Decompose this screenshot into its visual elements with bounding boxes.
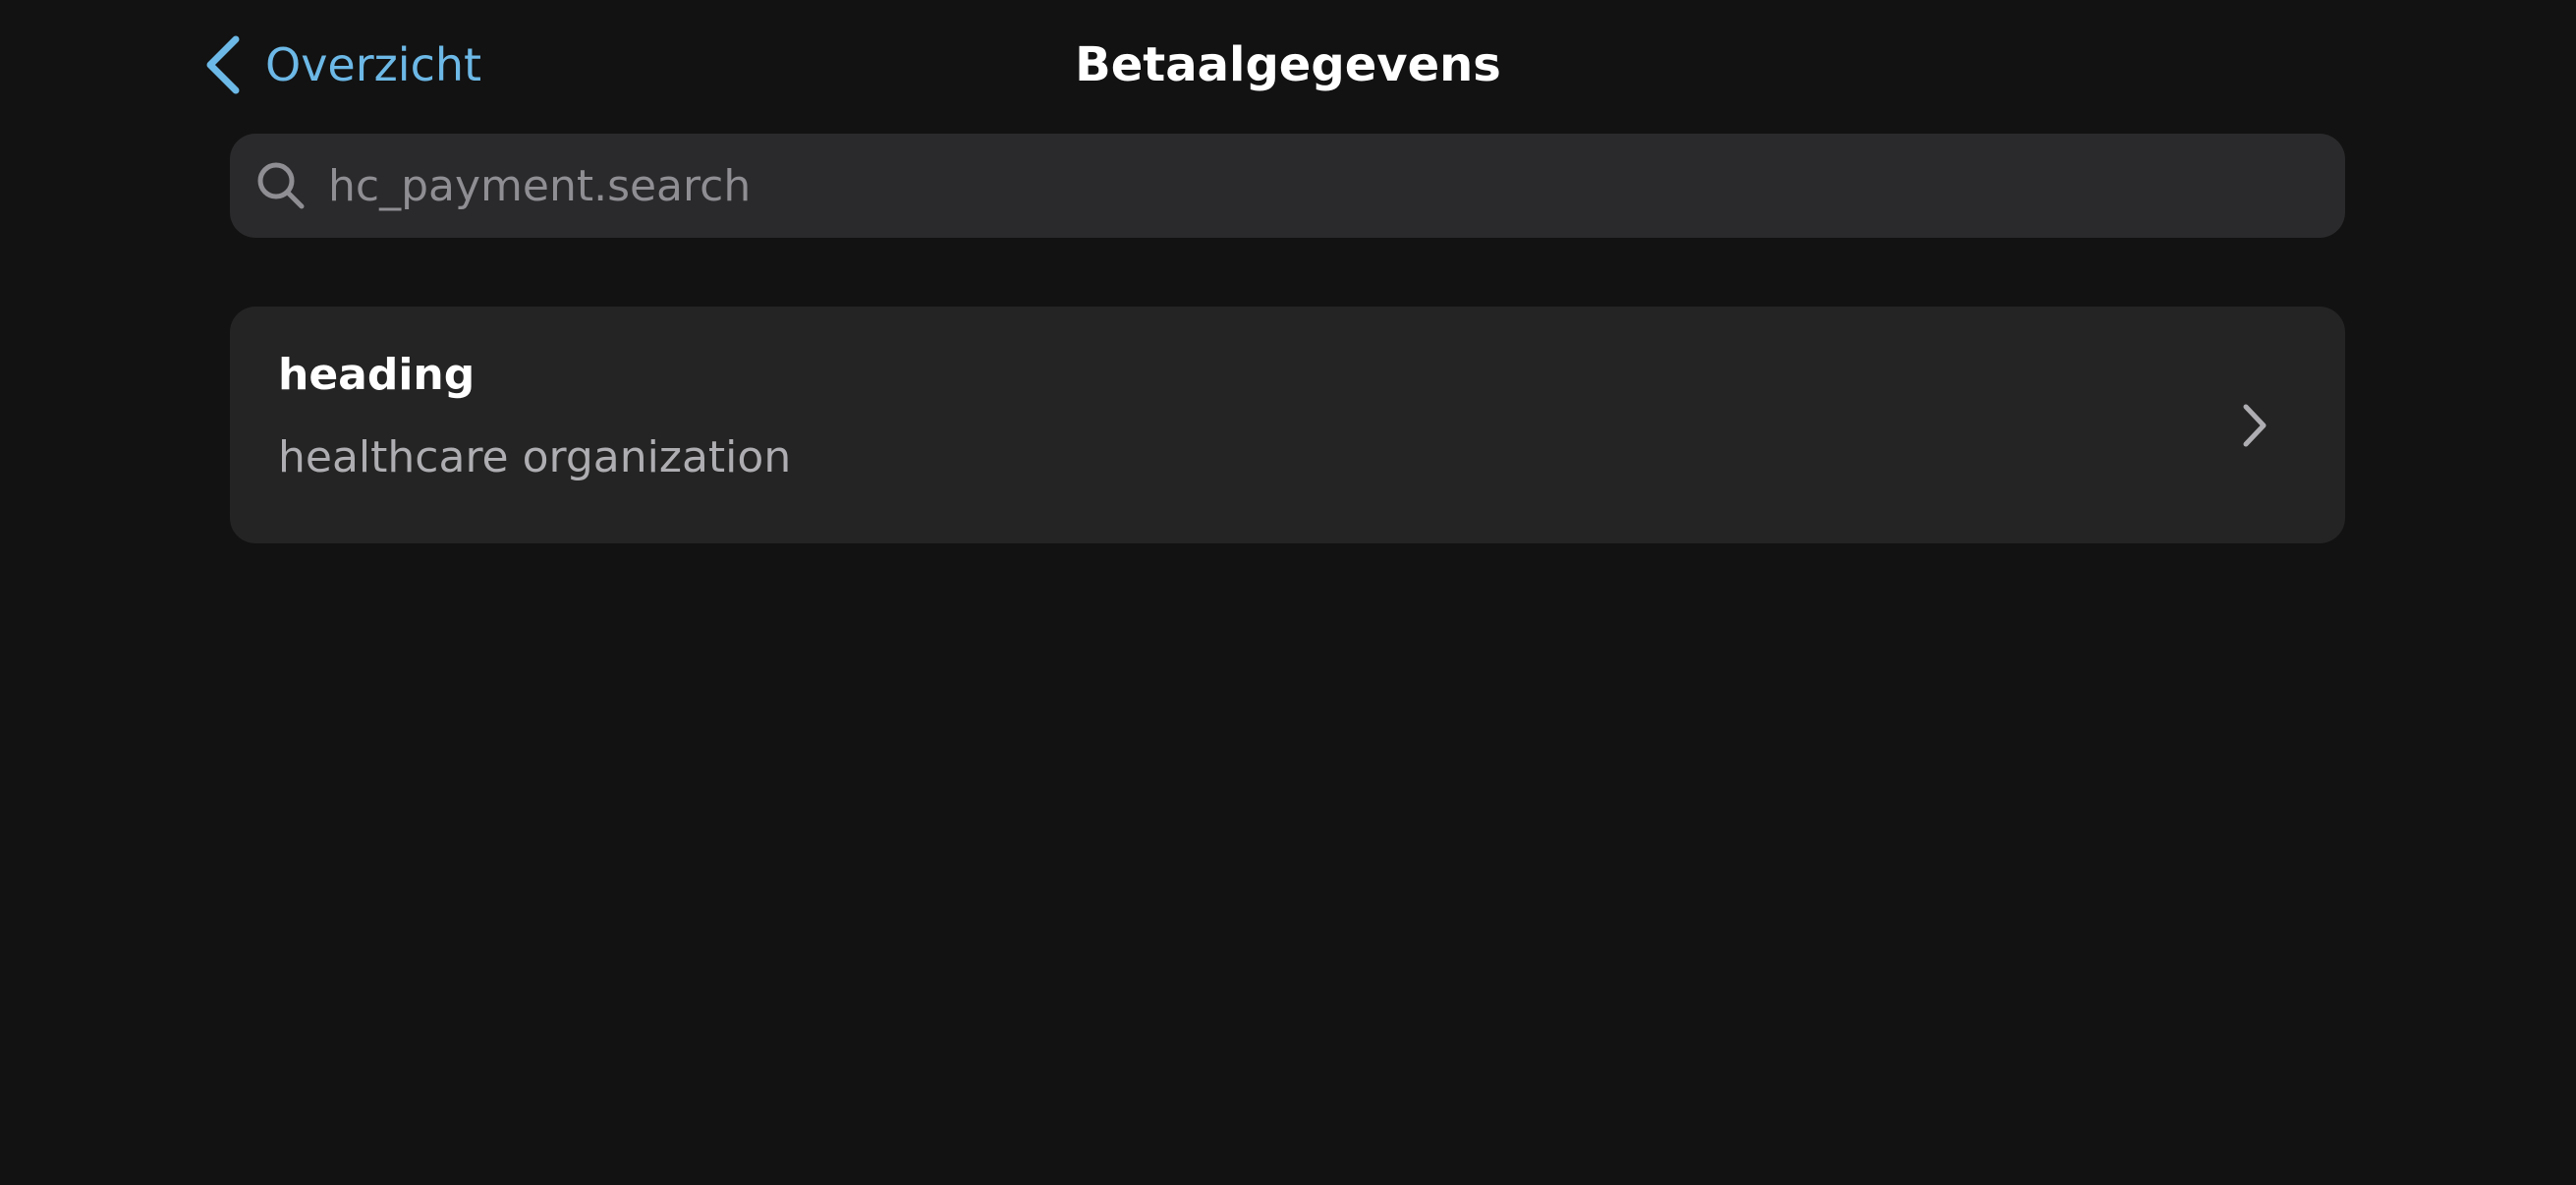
payment-details-screen: Overzicht Betaalgegevens heading healthc… xyxy=(0,0,2576,1185)
list-item[interactable]: heading healthcare organization xyxy=(230,307,2345,543)
navigation-bar: Overzicht Betaalgegevens xyxy=(0,0,2576,130)
chevron-right-icon xyxy=(2240,401,2269,450)
list-item-subtitle: healthcare organization xyxy=(278,432,792,482)
list-item-heading: heading xyxy=(278,350,476,400)
page-title: Betaalgegevens xyxy=(1075,37,1501,92)
search-bar[interactable] xyxy=(230,134,2345,238)
search-input[interactable] xyxy=(328,146,2345,225)
search-icon xyxy=(257,162,305,209)
